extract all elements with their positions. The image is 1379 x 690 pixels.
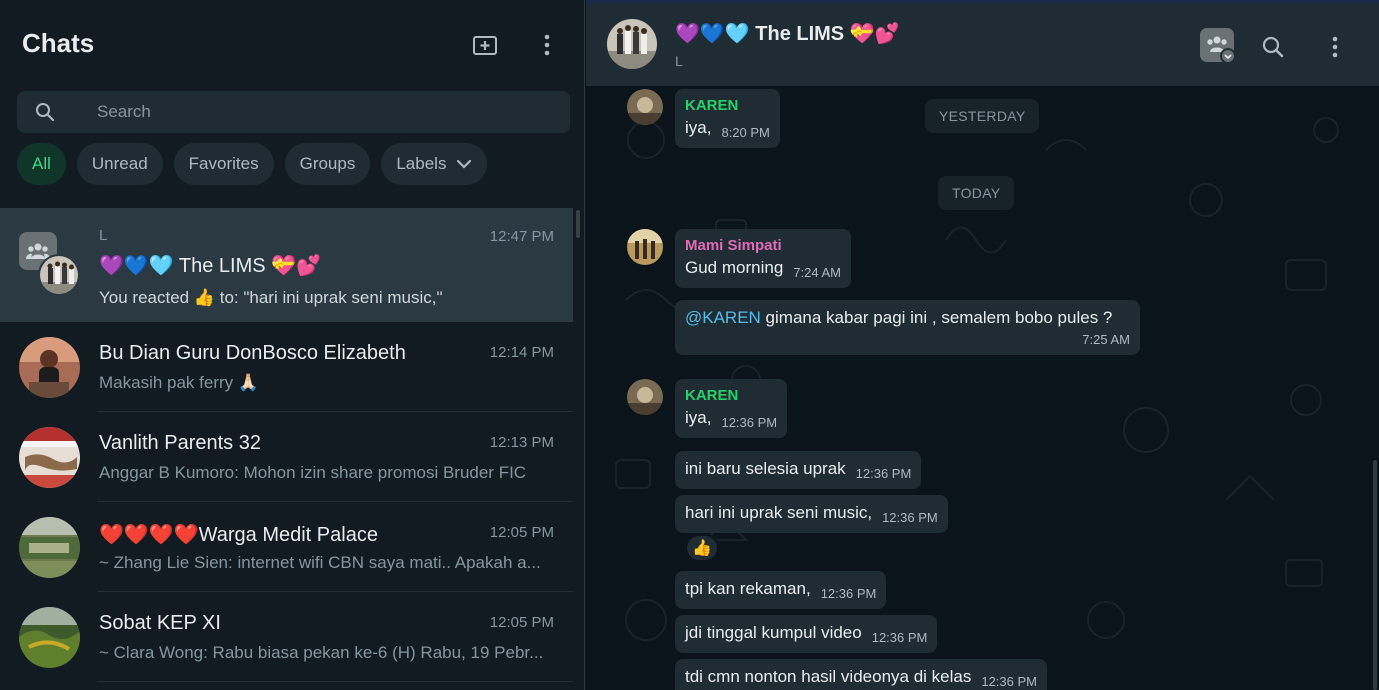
conversation-subtitle: L bbox=[675, 53, 683, 69]
chat-time: 12:13 PM bbox=[489, 434, 554, 451]
search-input[interactable] bbox=[97, 91, 557, 133]
community-icon bbox=[1200, 28, 1236, 64]
filter-label: All bbox=[32, 154, 51, 173]
message-time: 7:25 AM bbox=[1082, 332, 1130, 347]
community-button[interactable] bbox=[1199, 27, 1237, 65]
message-text: iya, bbox=[685, 118, 712, 137]
avatar bbox=[19, 427, 80, 488]
chat-name: 💜💙🩵 The LIMS 💝💕 bbox=[99, 255, 321, 277]
new-chat-icon[interactable] bbox=[467, 27, 503, 63]
date-badge-today: TODAY bbox=[938, 176, 1015, 210]
message-text: gimana kabar pagi ini , semalem bobo pul… bbox=[760, 308, 1113, 327]
message-bubble[interactable]: @KAREN gimana kabar pagi ini , semalem b… bbox=[675, 300, 1140, 355]
chat-time: 12:05 PM bbox=[489, 614, 554, 631]
sender-avatar-mami[interactable] bbox=[627, 229, 663, 265]
sender-avatar-karen[interactable] bbox=[627, 89, 663, 125]
conversation-title: 💜💙🩵 The LIMS 💝💕 bbox=[675, 23, 900, 45]
menu-icon[interactable] bbox=[529, 27, 565, 63]
chat-time: 12:47 PM bbox=[489, 228, 554, 245]
filter-favorites[interactable]: Favorites bbox=[173, 143, 274, 185]
filter-chips: All Unread Favorites Groups Labels bbox=[17, 143, 488, 185]
chat-item-warga-medit[interactable]: ❤️❤️❤️❤️Warga Medit Palace 12:05 PM ~ Zh… bbox=[0, 502, 573, 592]
message-bubble[interactable]: Mami Simpati Gud morning 7:24 AM bbox=[675, 229, 851, 288]
chat-sidebar: Chats All Unread Favorites Groups Labels bbox=[0, 0, 585, 690]
chat-item-bu-dian[interactable]: Bu Dian Guru DonBosco Elizabeth 12:14 PM… bbox=[0, 322, 573, 412]
message-text: ini baru selesia uprak bbox=[685, 459, 846, 478]
message-time: 12:36 PM bbox=[882, 510, 938, 525]
message-bubble[interactable]: hari ini uprak seni music, 12:36 PM bbox=[675, 495, 948, 533]
chat-name: Vanlith Parents 32 bbox=[99, 432, 261, 454]
filter-label: Groups bbox=[299, 154, 356, 173]
avatar bbox=[19, 517, 80, 578]
conversation-menu-icon[interactable] bbox=[1317, 29, 1353, 65]
whatsapp-window: Chats All Unread Favorites Groups Labels bbox=[0, 0, 1379, 690]
conversation-scrollbar[interactable] bbox=[1373, 460, 1377, 690]
search-messages-icon[interactable] bbox=[1255, 29, 1291, 65]
filter-label: Labels bbox=[396, 154, 447, 173]
message-bubble[interactable]: ini baru selesia uprak 12:36 PM bbox=[675, 451, 922, 489]
avatar bbox=[19, 337, 80, 398]
message-time: 7:24 AM bbox=[793, 265, 841, 280]
message-text: hari ini uprak seni music, bbox=[685, 503, 873, 522]
chat-item-vanlith[interactable]: Vanlith Parents 32 12:13 PM Anggar B Kum… bbox=[0, 412, 573, 502]
filter-labels[interactable]: Labels bbox=[381, 143, 488, 185]
chevron-down-icon bbox=[457, 159, 472, 169]
chat-time: 12:14 PM bbox=[489, 344, 554, 361]
message-time: 12:36 PM bbox=[855, 466, 912, 481]
filter-all[interactable]: All bbox=[17, 143, 66, 185]
chat-preview: ~ Clara Wong: Rabu biasa pekan ke-6 (H) … bbox=[99, 643, 544, 662]
message-sender: KAREN bbox=[685, 387, 739, 404]
conversation-avatar[interactable] bbox=[607, 19, 657, 69]
chat-preview: ~ Zhang Lie Sien: internet wifi CBN saya… bbox=[99, 553, 541, 572]
message-text: jdi tinggal kumpul video bbox=[685, 623, 862, 642]
message-reaction[interactable]: 👍 bbox=[685, 534, 719, 562]
message-time: 12:36 PM bbox=[871, 630, 928, 645]
chat-list: L 12:47 PM 💜💙🩵 The LIMS 💝💕 You reacted 👍… bbox=[0, 208, 573, 682]
message-bubble[interactable]: KAREN iya, 8:20 PM bbox=[675, 89, 780, 148]
chat-time: 12:05 PM bbox=[489, 524, 554, 541]
filter-unread[interactable]: Unread bbox=[76, 143, 163, 185]
filter-label: Unread bbox=[91, 154, 148, 173]
sidebar-title: Chats bbox=[22, 28, 95, 58]
chat-name: ❤️❤️❤️❤️Warga Medit Palace bbox=[99, 524, 378, 546]
message-mention[interactable]: @KAREN bbox=[685, 308, 761, 327]
avatar bbox=[19, 607, 80, 668]
group-avatar bbox=[19, 232, 81, 296]
message-time: 8:20 PM bbox=[721, 125, 770, 140]
message-text: Gud morning bbox=[685, 258, 784, 277]
divider bbox=[97, 681, 573, 682]
sender-avatar-karen[interactable] bbox=[627, 379, 663, 415]
chat-name: Bu Dian Guru DonBosco Elizabeth bbox=[99, 342, 406, 364]
message-text: tdi cmn nonton hasil videonya di kelas bbox=[685, 667, 972, 686]
chat-name: Sobat KEP XI bbox=[99, 612, 221, 634]
group-photo bbox=[38, 254, 80, 296]
message-time: 12:36 PM bbox=[820, 586, 877, 601]
search-bar bbox=[17, 91, 570, 133]
conversation-header[interactable]: 💜💙🩵 The LIMS 💝💕 L bbox=[586, 0, 1379, 86]
chat-preview: Makasih pak ferry 🙏🏻 bbox=[99, 373, 260, 392]
chat-preview: Anggar B Kumoro: Mohon izin share promos… bbox=[99, 463, 527, 482]
message-time: 12:36 PM bbox=[721, 415, 778, 430]
filter-groups[interactable]: Groups bbox=[284, 143, 371, 185]
message-sender: Mami Simpati bbox=[685, 237, 782, 254]
message-bubble[interactable]: tdi cmn nonton hasil videonya di kelas 12… bbox=[675, 659, 1047, 690]
message-bubble[interactable]: tpi kan rekaman, 12:36 PM bbox=[675, 571, 887, 609]
chat-preview: You reacted 👍 to: "hari ini uprak seni m… bbox=[99, 288, 443, 307]
message-text: tpi kan rekaman, bbox=[685, 579, 811, 598]
chat-item-sobat-kep[interactable]: Sobat KEP XI 12:05 PM ~ Clara Wong: Rabu… bbox=[0, 592, 573, 682]
conversation-panel: 💜💙🩵 The LIMS 💝💕 L KAREN iya, 8:20 PM YEST… bbox=[586, 0, 1379, 690]
chat-item-the-lims[interactable]: L 12:47 PM 💜💙🩵 The LIMS 💝💕 You reacted 👍… bbox=[0, 208, 573, 322]
filter-label: Favorites bbox=[188, 154, 259, 173]
date-badge-yesterday: YESTERDAY bbox=[925, 99, 1040, 133]
message-bubble[interactable]: jdi tinggal kumpul video 12:36 PM bbox=[675, 615, 938, 653]
community-label: L bbox=[99, 227, 108, 244]
message-bubble[interactable]: KAREN iya, 12:36 PM bbox=[675, 379, 788, 438]
sidebar-header: Chats bbox=[0, 0, 584, 88]
chat-list-scrollbar[interactable] bbox=[576, 210, 580, 238]
search-icon[interactable] bbox=[35, 102, 55, 122]
message-text: iya, bbox=[685, 408, 712, 427]
message-time: 12:36 PM bbox=[981, 674, 1037, 689]
message-sender: KAREN bbox=[685, 97, 739, 114]
